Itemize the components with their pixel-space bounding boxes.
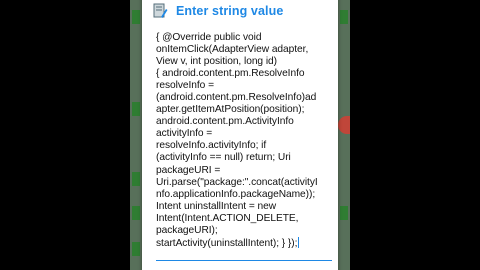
code-line: packageURI = xyxy=(156,164,221,176)
background-marker xyxy=(132,102,140,116)
dialog-header: Enter string value xyxy=(142,0,338,22)
letterbox-right xyxy=(350,0,480,270)
phone-screen: Enter string value { @Override public vo… xyxy=(130,0,350,270)
code-line: (android.content.pm.ResolveInfo)ad xyxy=(156,92,317,104)
background-marker xyxy=(132,10,140,24)
code-line: packageURI); xyxy=(156,224,218,236)
input-underline xyxy=(156,260,332,261)
letterbox-left xyxy=(0,0,130,270)
string-value-dialog: Enter string value { @Override public vo… xyxy=(142,0,338,270)
code-line: Uri.parse("package:".concat(activityI xyxy=(156,176,318,188)
code-line: resolveInfo.activityInfo; if xyxy=(156,140,267,152)
background-marker xyxy=(132,206,140,220)
code-line: { @Override public void xyxy=(156,32,262,43)
background-fab xyxy=(338,116,350,134)
code-line: nfo.applicationInfo.packageName)); xyxy=(156,188,316,200)
code-line: android.content.pm.ActivityInfo xyxy=(156,116,294,128)
background-app-left xyxy=(130,0,142,270)
code-line: Intent uninstallIntent = new xyxy=(156,200,277,212)
code-line-last: startActivity(uninstallIntent); } }); xyxy=(156,236,334,250)
background-marker xyxy=(340,206,348,220)
code-line: activityInfo = xyxy=(156,128,213,140)
code-line: (activityInfo == null) return; Uri xyxy=(156,152,291,164)
background-marker xyxy=(132,172,140,186)
code-line: { android.content.pm.ResolveInfo xyxy=(156,68,305,80)
code-line: resolveInfo = xyxy=(156,80,214,92)
background-marker xyxy=(132,242,140,256)
code-line: onItemClick(AdapterView adapter, xyxy=(156,44,309,56)
code-line-text: startActivity(uninstallIntent); } }); xyxy=(156,237,298,249)
background-app-right xyxy=(338,0,350,270)
code-line: View v, int position, long id) xyxy=(156,56,278,68)
text-cursor xyxy=(298,236,300,248)
string-value-input[interactable]: { @Override public void onItemClick(Adap… xyxy=(156,32,334,262)
background-marker xyxy=(340,10,348,24)
code-line: apter.getItemAtPosition(position); xyxy=(156,104,305,116)
edit-document-icon xyxy=(153,3,168,18)
dialog-title: Enter string value xyxy=(176,4,284,18)
code-line: Intent(Intent.ACTION_DELETE, xyxy=(156,212,299,224)
